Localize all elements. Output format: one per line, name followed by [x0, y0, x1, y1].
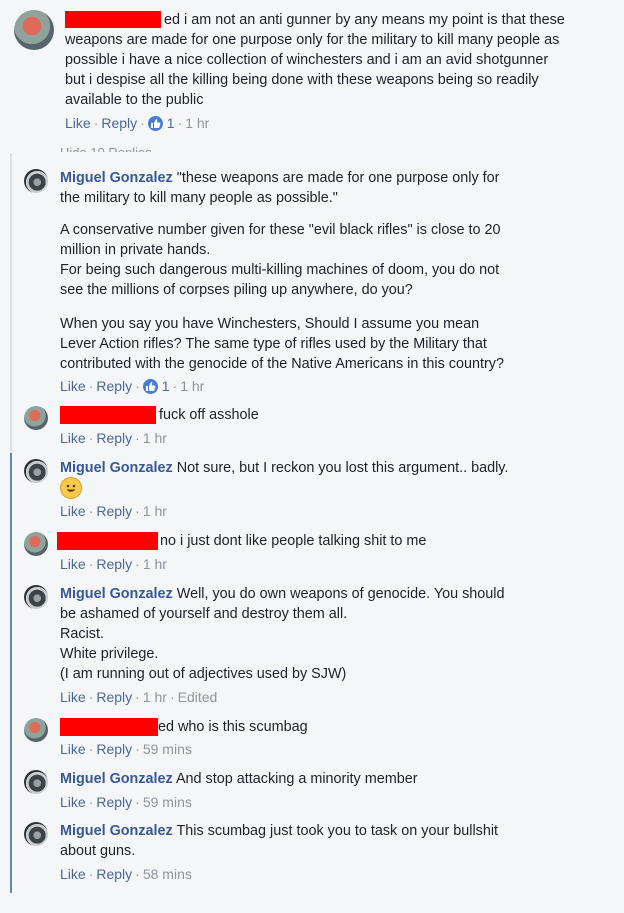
reply-thread-bar [10, 153, 12, 453]
comment-text: ed who is this scumbag [158, 719, 308, 735]
comment-line: Miguel Gonzalez This scumbag just took y… [60, 821, 498, 841]
reply-link[interactable]: Reply [96, 741, 132, 757]
like-link[interactable]: Like [60, 866, 86, 882]
comment-text: And stop attacking a minority member [172, 771, 418, 787]
timestamp: 1 hr [142, 689, 167, 705]
comment-actions: Like · Reply · 1 hr [60, 556, 167, 572]
comment-actions: Like · Reply · 1 · 1 hr [65, 115, 210, 131]
comment-text: Not sure, but I reckon you lost this arg… [172, 460, 509, 476]
comment-actions: Like · Reply · 1 hr · Edited [60, 689, 218, 705]
comment-line: Miguel Gonzalez "these weapons are made … [60, 168, 499, 188]
comment-actions: Like · Reply · 58 mins [60, 866, 192, 882]
reply-link[interactable]: Reply [96, 378, 132, 394]
comment-text-line: Lever Action rifles? The same type of ri… [60, 336, 487, 352]
reply-link[interactable]: Reply [96, 689, 132, 705]
redacted-name [57, 532, 158, 550]
redacted-name [60, 718, 158, 736]
comment-text: no i just dont like people talking shit … [160, 533, 427, 549]
comment-text-line: When you say you have Winchesters, Shoul… [60, 316, 480, 332]
timestamp: 58 mins [142, 866, 192, 882]
comment-text: fuck off asshole [159, 407, 259, 423]
comment-line: Miguel Gonzalez Well, you do own weapons… [60, 584, 505, 604]
comment-text: "these weapons are made for one purpose … [172, 170, 500, 186]
avatar[interactable] [24, 169, 48, 193]
avatar[interactable] [24, 770, 48, 794]
edited-link[interactable]: Edited [178, 689, 218, 705]
avatar[interactable] [24, 459, 48, 483]
comment-text: This scumbag just took you to task on yo… [172, 823, 499, 839]
reply-thread-bar-active [10, 453, 12, 893]
smiley-emoji-icon [60, 477, 82, 499]
comment-text-line: the military to kill many people as poss… [60, 190, 338, 206]
timestamp: 59 mins [142, 741, 192, 757]
like-link[interactable]: Like [60, 378, 86, 394]
like-link[interactable]: Like [60, 741, 86, 757]
comment-text-line: ed i am not an anti gunner by any means … [164, 12, 565, 28]
like-link[interactable]: Like [65, 115, 91, 131]
thumbs-up-icon[interactable] [147, 116, 163, 131]
author-name[interactable]: Miguel Gonzalez [60, 170, 173, 186]
author-name[interactable]: Miguel Gonzalez [60, 460, 173, 476]
comment-text-line: A conservative number given for these "e… [60, 222, 501, 238]
avatar[interactable] [24, 406, 48, 430]
avatar[interactable] [24, 585, 48, 609]
like-link[interactable]: Like [60, 503, 86, 519]
comment-text-line: be ashamed of yourself and destroy them … [60, 606, 348, 622]
comment-actions: Like · Reply · 59 mins [60, 794, 192, 810]
like-link[interactable]: Like [60, 689, 86, 705]
redacted-name [60, 406, 156, 424]
like-count[interactable]: 1 [167, 115, 175, 131]
comment-line: Miguel Gonzalez And stop attacking a min… [60, 769, 418, 789]
timestamp: 1 hr [180, 378, 205, 394]
comment-text-line: available to the public [65, 92, 204, 108]
thumbs-up-icon[interactable] [142, 379, 158, 394]
hide-replies-link[interactable]: Hide 10 Replies [60, 143, 152, 152]
timestamp: 1 hr [142, 503, 167, 519]
timestamp: 1 hr [142, 556, 167, 572]
avatar[interactable] [24, 532, 48, 556]
reply-link[interactable]: Reply [96, 556, 132, 572]
avatar[interactable] [14, 10, 54, 50]
comment-text-line: million in private hands. [60, 242, 211, 258]
comment-text-line: For being such dangerous multi-killing m… [60, 262, 500, 278]
comment-text-line: possible i have a nice collection of win… [65, 52, 549, 68]
comment-line: Miguel Gonzalez Not sure, but I reckon y… [60, 458, 508, 478]
redacted-name [65, 11, 161, 28]
comment-text-line: weapons are made for one purpose only fo… [65, 32, 560, 48]
like-link[interactable]: Like [60, 794, 86, 810]
like-link[interactable]: Like [60, 430, 86, 446]
comment-actions: Like · Reply · 1 hr [60, 430, 167, 446]
comment-text-line: Racist. [60, 626, 104, 642]
comment-text-line: (I am running out of adjectives used by … [60, 666, 347, 682]
timestamp: 1 hr [185, 115, 210, 131]
reply-link[interactable]: Reply [101, 115, 137, 131]
avatar[interactable] [24, 822, 48, 846]
author-name[interactable]: Miguel Gonzalez [60, 823, 173, 839]
timestamp: 1 hr [142, 430, 167, 446]
reply-link[interactable]: Reply [96, 430, 132, 446]
comment-text-line: see the millions of corpses piling up an… [60, 282, 413, 298]
author-name[interactable]: Miguel Gonzalez [60, 771, 173, 787]
comment-actions: Like · Reply · 1 hr [60, 503, 167, 519]
avatar[interactable] [24, 718, 48, 742]
like-count[interactable]: 1 [162, 378, 170, 394]
comment-text-line: but i despise all the killing being done… [65, 72, 539, 88]
timestamp: 59 mins [142, 794, 192, 810]
comment-actions: Like · Reply · 1 · 1 hr [60, 378, 205, 394]
comment-text-line: White privilege. [60, 646, 159, 662]
author-name[interactable]: Miguel Gonzalez [60, 586, 173, 602]
reply-link[interactable]: Reply [96, 794, 132, 810]
reply-link[interactable]: Reply [96, 866, 132, 882]
comment-text-line: contributed with the genocide of the Nat… [60, 356, 504, 372]
comment-text-line: about guns. [60, 843, 136, 859]
like-link[interactable]: Like [60, 556, 86, 572]
comment-text: Well, you do own weapons of genocide. Yo… [172, 586, 505, 602]
comment-actions: Like · Reply · 59 mins [60, 741, 192, 757]
reply-link[interactable]: Reply [96, 503, 132, 519]
